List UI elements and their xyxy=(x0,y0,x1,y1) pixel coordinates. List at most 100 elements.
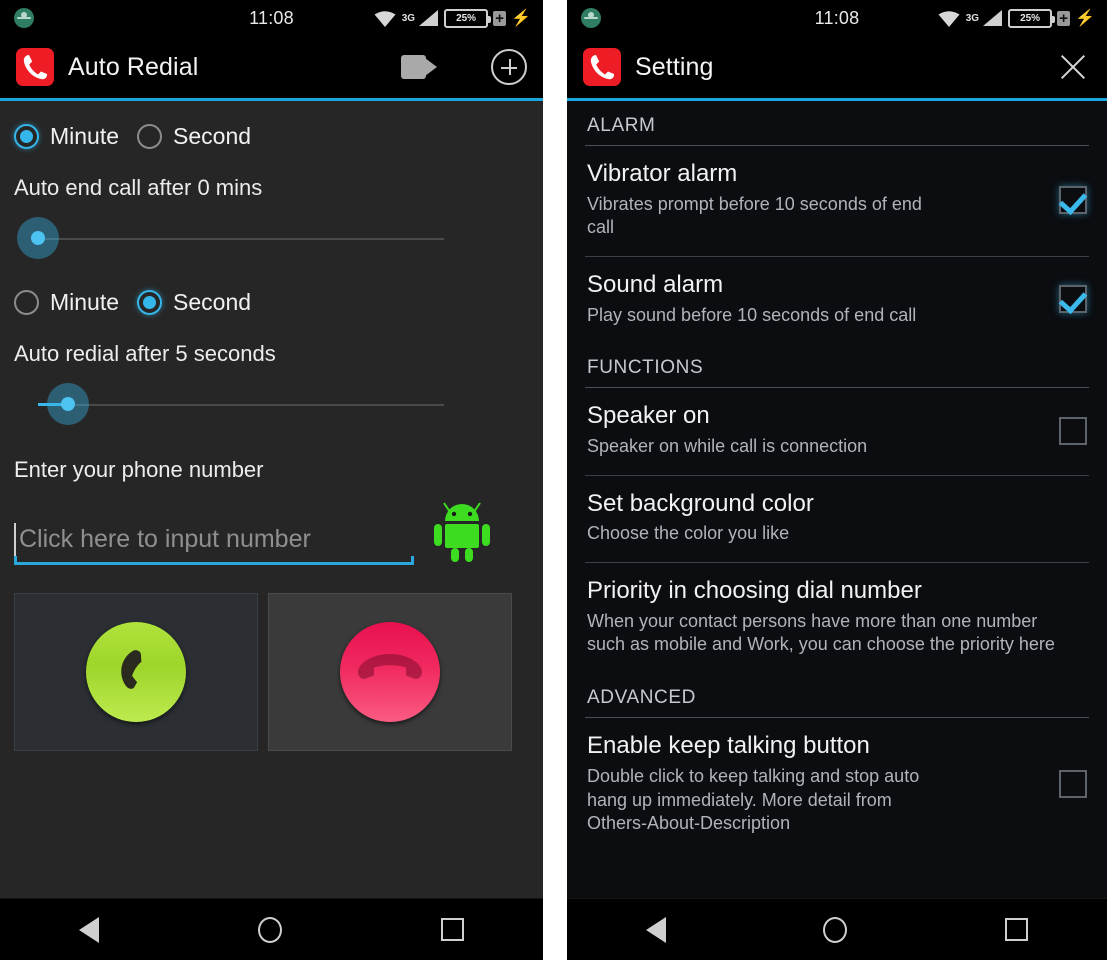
phone-number-input[interactable]: Click here to input number xyxy=(14,517,414,565)
status-bar-left: 11:08 3G 25% + ⚡ xyxy=(0,0,543,36)
radio-minute-redial[interactable] xyxy=(14,289,39,315)
setting-row-speaker-on[interactable]: Speaker on Speaker on while call is conn… xyxy=(585,388,1089,474)
right-phone-screen: 11:08 3G 25% + ⚡ Setting ALARM Vibrator … xyxy=(567,0,1107,960)
redial-unit-minute-option[interactable]: Minute xyxy=(14,289,119,316)
battery-percent-label: 25% xyxy=(1020,12,1041,24)
checkbox-vibrator-alarm[interactable] xyxy=(1059,186,1087,215)
setting-row-enable-keep-talking[interactable]: Enable keep talking button Double click … xyxy=(585,718,1089,852)
end-call-slider-thumb[interactable] xyxy=(17,217,59,259)
video-camera-icon[interactable] xyxy=(401,55,437,79)
setting-subtitle: Speaker on while call is connection xyxy=(587,436,868,457)
setting-row-vibrator-alarm[interactable]: Vibrator alarm Vibrates prompt before 10… xyxy=(585,146,1089,256)
redial-unit-second-option[interactable]: Second xyxy=(137,289,251,316)
status-bar-notifications-right xyxy=(567,8,601,28)
android-robot-icon xyxy=(434,502,490,562)
setting-subtitle: Vibrates prompt before 10 seconds of end… xyxy=(587,193,922,238)
setting-subtitle: When your contact persons have more than… xyxy=(587,610,1055,655)
dual-screenshot: 11:08 3G 25% + ⚡ Auto Redial Minute Seco… xyxy=(0,0,1107,960)
end-call-summary: Auto end call after 0 mins xyxy=(14,175,263,200)
page-title: Auto Redial xyxy=(68,52,199,81)
redial-slider[interactable] xyxy=(14,367,529,441)
home-icon[interactable] xyxy=(257,916,282,943)
left-content: Minute Second Auto end call after 0 mins… xyxy=(0,101,543,898)
signal-3g-icon xyxy=(419,10,439,26)
radio-second-redial-label: Second xyxy=(173,288,252,315)
download-icon xyxy=(581,8,601,28)
network-type-label: 3G xyxy=(401,12,416,24)
status-bar-icons-right: 3G 25% + ⚡ xyxy=(937,8,1107,28)
settings-page-title: Setting xyxy=(635,52,714,81)
setting-row-text: Sound alarm Play sound before 10 seconds… xyxy=(587,271,1045,327)
home-icon[interactable] xyxy=(823,916,848,943)
checkbox-sound-alarm[interactable] xyxy=(1059,285,1087,314)
setting-title: Sound alarm xyxy=(587,271,724,299)
wifi-icon xyxy=(374,10,396,27)
setting-title: Enable keep talking button xyxy=(587,732,870,760)
battery-icon: 25% xyxy=(1008,8,1056,28)
setting-row-text: Set background color Choose the color yo… xyxy=(587,490,1087,546)
status-bar-right: 11:08 3G 25% + ⚡ xyxy=(567,0,1107,36)
left-app-bar: Auto Redial xyxy=(0,36,543,101)
group-header-advanced: ADVANCED xyxy=(587,687,696,709)
setting-row-text: Speaker on Speaker on while call is conn… xyxy=(587,402,1045,458)
call-action-buttons xyxy=(14,593,529,751)
status-bar-notifications xyxy=(0,8,34,28)
settings-list: ALARM Vibrator alarm Vibrates prompt bef… xyxy=(567,101,1107,898)
end-call-slider-track xyxy=(38,238,444,240)
app-logo-phone-handset-icon xyxy=(16,48,54,86)
recents-icon[interactable] xyxy=(440,918,464,941)
setting-row-text: Vibrator alarm Vibrates prompt before 10… xyxy=(587,160,1045,240)
setting-row-sound-alarm[interactable]: Sound alarm Play sound before 10 seconds… xyxy=(585,257,1089,343)
text-caret xyxy=(14,522,16,557)
group-header-functions: FUNCTIONS xyxy=(587,357,704,379)
plus-circle-icon[interactable] xyxy=(491,49,527,85)
phone-number-label: Enter your phone number xyxy=(14,457,264,482)
end-call-unit-second-option[interactable]: Second xyxy=(137,123,251,150)
screen-divider xyxy=(543,0,567,960)
back-icon[interactable] xyxy=(79,916,100,943)
setting-row-set-background-color[interactable]: Set background color Choose the color yo… xyxy=(585,476,1089,562)
recents-icon[interactable] xyxy=(1005,918,1029,941)
radio-minute-end-call[interactable] xyxy=(14,123,39,149)
phone-call-icon xyxy=(86,622,186,722)
setting-subtitle: Double click to keep talking and stop au… xyxy=(587,765,920,834)
setting-row-text: Priority in choosing dial number When yo… xyxy=(587,577,1087,657)
close-x-icon[interactable] xyxy=(1055,49,1091,85)
redial-slider-thumb[interactable] xyxy=(47,383,89,425)
group-header-alarm: ALARM xyxy=(587,115,656,136)
left-phone-screen: 11:08 3G 25% + ⚡ Auto Redial Minute Seco… xyxy=(0,0,543,960)
setting-row-priority-dial-number[interactable]: Priority in choosing dial number When yo… xyxy=(585,563,1089,673)
charging-bolt-icon: ⚡ xyxy=(1075,10,1095,27)
setting-subtitle: Play sound before 10 seconds of end call xyxy=(587,304,917,325)
call-button[interactable] xyxy=(14,593,258,751)
radio-second-end-call-label: Second xyxy=(173,122,252,149)
setting-subtitle: Choose the color you like xyxy=(587,523,790,544)
nav-bar-left xyxy=(0,898,543,960)
charging-bolt-icon: ⚡ xyxy=(511,10,531,27)
radio-minute-redial-label: Minute xyxy=(50,288,120,315)
checkbox-enable-keep-talking[interactable] xyxy=(1059,770,1087,799)
hang-up-button[interactable] xyxy=(268,593,512,751)
status-bar-icons: 3G 25% + ⚡ xyxy=(373,8,543,28)
radio-second-redial[interactable] xyxy=(137,289,163,315)
setting-title: Priority in choosing dial number xyxy=(587,577,922,605)
wifi-icon xyxy=(938,10,960,27)
phone-hangup-icon xyxy=(340,622,440,722)
right-app-bar: Setting xyxy=(567,36,1107,101)
nav-bar-right xyxy=(567,898,1107,960)
setting-title: Vibrator alarm xyxy=(587,160,738,187)
checkbox-speaker-on[interactable] xyxy=(1059,416,1087,445)
radio-second-end-call[interactable] xyxy=(137,123,163,149)
radio-minute-end-call-label: Minute xyxy=(50,122,120,149)
end-call-slider[interactable] xyxy=(14,201,529,275)
signal-3g-icon xyxy=(983,10,1003,26)
end-call-unit-minute-option[interactable]: Minute xyxy=(14,123,119,150)
setting-row-text: Enable keep talking button Double click … xyxy=(587,732,1045,836)
download-icon xyxy=(14,8,34,28)
battery-plus-icon: + xyxy=(493,10,507,26)
setting-title: Speaker on xyxy=(587,402,710,430)
battery-percent-label: 25% xyxy=(456,12,477,24)
back-icon[interactable] xyxy=(645,916,666,943)
phone-number-row: Click here to input number xyxy=(14,497,529,565)
end-call-unit-radio-group: Minute Second xyxy=(14,109,529,163)
